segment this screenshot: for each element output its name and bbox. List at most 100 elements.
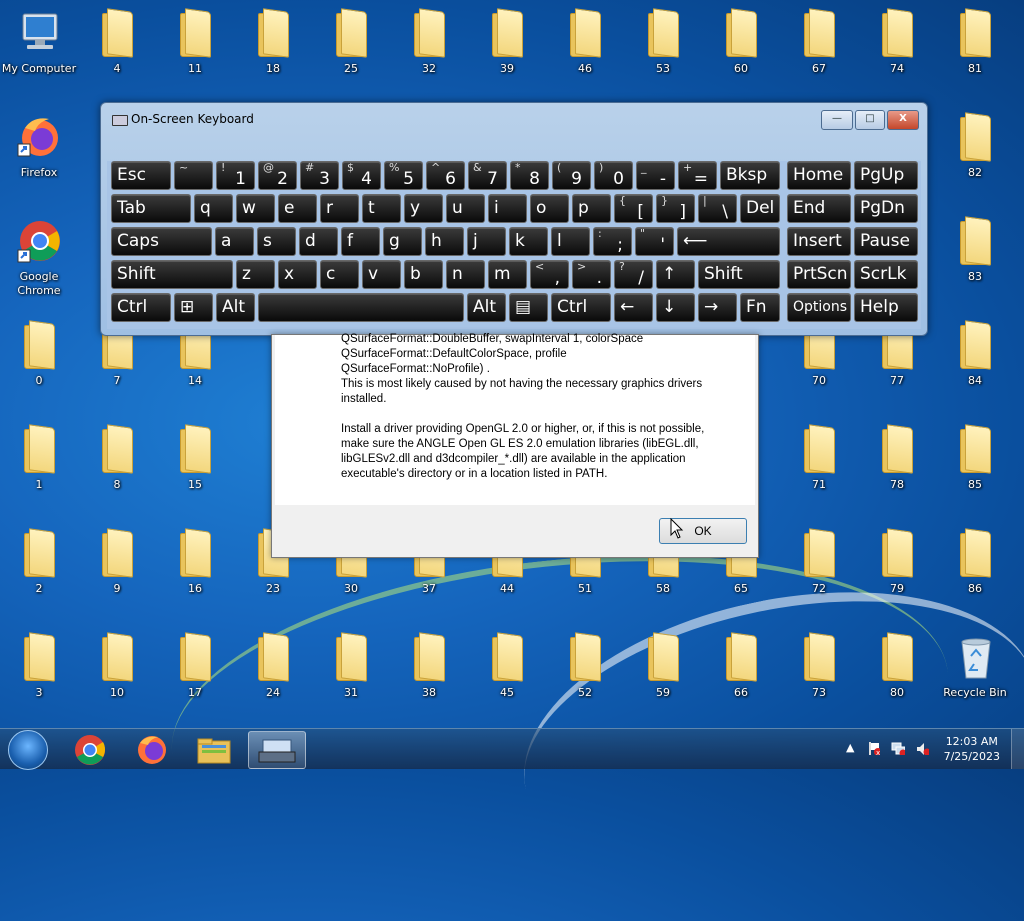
- key-alt-r[interactable]: Alt: [467, 293, 506, 322]
- desktop-shortcut-firefox[interactable]: Firefox: [0, 108, 78, 184]
- desktop-folder[interactable]: 83: [936, 212, 1014, 288]
- desktop-folder[interactable]: 84: [936, 316, 1014, 392]
- key-m[interactable]: m: [488, 260, 527, 289]
- key-home[interactable]: Home: [787, 161, 851, 190]
- desktop-folder[interactable]: 2: [0, 524, 78, 600]
- key-end[interactable]: End: [787, 194, 851, 223]
- key-rbr[interactable]: }]: [656, 194, 695, 223]
- key-v[interactable]: v: [362, 260, 401, 289]
- key-tab[interactable]: Tab: [111, 194, 191, 223]
- key-lbr[interactable]: {[: [614, 194, 653, 223]
- desktop-shortcut-recycle-bin[interactable]: Recycle Bin: [936, 628, 1014, 704]
- key-k[interactable]: k: [509, 227, 548, 256]
- key-a[interactable]: a: [215, 227, 254, 256]
- key-insert[interactable]: Insert: [787, 227, 851, 256]
- key-bsl[interactable]: | \: [698, 194, 737, 223]
- desktop-folder[interactable]: 66: [702, 628, 780, 704]
- desktop-folder[interactable]: 71: [780, 420, 858, 496]
- desktop-folder[interactable]: 45: [468, 628, 546, 704]
- key-n8[interactable]: * 8: [510, 161, 549, 190]
- key-o[interactable]: o: [530, 194, 569, 223]
- key-n5[interactable]: % 5: [384, 161, 423, 190]
- desktop-folder[interactable]: 46: [546, 4, 624, 80]
- key-enter[interactable]: ⟵: [677, 227, 780, 256]
- key-d[interactable]: d: [299, 227, 338, 256]
- desktop-folder[interactable]: 82: [936, 108, 1014, 184]
- desktop-folder[interactable]: 9: [78, 524, 156, 600]
- key-options[interactable]: Options: [787, 293, 851, 322]
- desktop-folder[interactable]: 73: [780, 628, 858, 704]
- key-n[interactable]: n: [446, 260, 485, 289]
- key-n1[interactable]: ! 1: [216, 161, 255, 190]
- desktop-folder[interactable]: 8: [78, 420, 156, 496]
- key-quote[interactable]: " ': [635, 227, 674, 256]
- desktop-folder[interactable]: 25: [312, 4, 390, 80]
- taskbar-firefox[interactable]: [124, 731, 180, 767]
- key-alt[interactable]: Alt: [216, 293, 255, 322]
- volume-icon[interactable]: [915, 741, 929, 755]
- desktop-folder[interactable]: 81: [936, 4, 1014, 80]
- key-pause[interactable]: Pause: [854, 227, 918, 256]
- action-center-flag-icon[interactable]: x: [866, 741, 880, 755]
- taskbar-on-screen-keyboard[interactable]: [248, 731, 306, 769]
- clock[interactable]: 12:03 AM 7/25/2023: [944, 734, 1000, 764]
- key-n3[interactable]: #3: [300, 161, 339, 190]
- show-hidden-icons-arrow[interactable]: ▲: [846, 741, 860, 755]
- key-shift[interactable]: Shift: [111, 260, 233, 289]
- key-down[interactable]: ↓: [656, 293, 695, 322]
- key-n0[interactable]: ) 0: [594, 161, 633, 190]
- key-menu[interactable]: ▤: [509, 293, 548, 322]
- key-u[interactable]: u: [446, 194, 485, 223]
- key-bksp[interactable]: Bksp: [720, 161, 780, 190]
- key-del[interactable]: Del: [740, 194, 780, 223]
- desktop-folder[interactable]: 74: [858, 4, 936, 80]
- key-period[interactable]: >.: [572, 260, 611, 289]
- desktop-folder[interactable]: 32: [390, 4, 468, 80]
- desktop-folder[interactable]: 17: [156, 628, 234, 704]
- key-comma[interactable]: <,: [530, 260, 569, 289]
- desktop-folder[interactable]: 4: [78, 4, 156, 80]
- maximize-button[interactable]: □: [855, 110, 885, 130]
- key-f[interactable]: f: [341, 227, 380, 256]
- start-button[interactable]: [8, 730, 48, 770]
- desktop-folder[interactable]: 86: [936, 524, 1014, 600]
- desktop-folder[interactable]: 85: [936, 420, 1014, 496]
- desktop-folder[interactable]: 1: [0, 420, 78, 496]
- key-h[interactable]: h: [425, 227, 464, 256]
- key-n6[interactable]: ^ 6: [426, 161, 465, 190]
- desktop-folder[interactable]: 78: [858, 420, 936, 496]
- key-pgup[interactable]: PgUp: [854, 161, 918, 190]
- desktop-folder[interactable]: 10: [78, 628, 156, 704]
- key-caps[interactable]: Caps: [111, 227, 212, 256]
- key-s[interactable]: s: [257, 227, 296, 256]
- key-n4[interactable]: $4: [342, 161, 381, 190]
- network-icon[interactable]: [891, 741, 905, 755]
- key-g[interactable]: g: [383, 227, 422, 256]
- key-y[interactable]: y: [404, 194, 443, 223]
- desktop-folder[interactable]: 80: [858, 628, 936, 704]
- key-space[interactable]: [258, 293, 464, 322]
- close-button[interactable]: X: [887, 110, 919, 130]
- key-semi[interactable]: :;: [593, 227, 632, 256]
- key-ctrl-r[interactable]: Ctrl: [551, 293, 611, 322]
- key-x[interactable]: x: [278, 260, 317, 289]
- show-desktop-button[interactable]: [1011, 729, 1024, 769]
- desktop-shortcut-computer[interactable]: My Computer: [0, 4, 78, 80]
- key-q[interactable]: q: [194, 194, 233, 223]
- taskbar-explorer[interactable]: [186, 731, 242, 767]
- key-n9[interactable]: (9: [552, 161, 591, 190]
- desktop-folder[interactable]: 38: [390, 628, 468, 704]
- desktop-folder[interactable]: 72: [780, 524, 858, 600]
- key-r[interactable]: r: [320, 194, 359, 223]
- key-t[interactable]: t: [362, 194, 401, 223]
- desktop-folder[interactable]: 3: [0, 628, 78, 704]
- key-up[interactable]: ↑: [656, 260, 695, 289]
- key-slash[interactable]: ? /: [614, 260, 653, 289]
- desktop-folder[interactable]: 79: [858, 524, 936, 600]
- key-c[interactable]: c: [320, 260, 359, 289]
- key-l[interactable]: l: [551, 227, 590, 256]
- key-z[interactable]: z: [236, 260, 275, 289]
- key-pgdn[interactable]: PgDn: [854, 194, 918, 223]
- minimize-button[interactable]: —: [821, 110, 853, 130]
- key-right[interactable]: →: [698, 293, 737, 322]
